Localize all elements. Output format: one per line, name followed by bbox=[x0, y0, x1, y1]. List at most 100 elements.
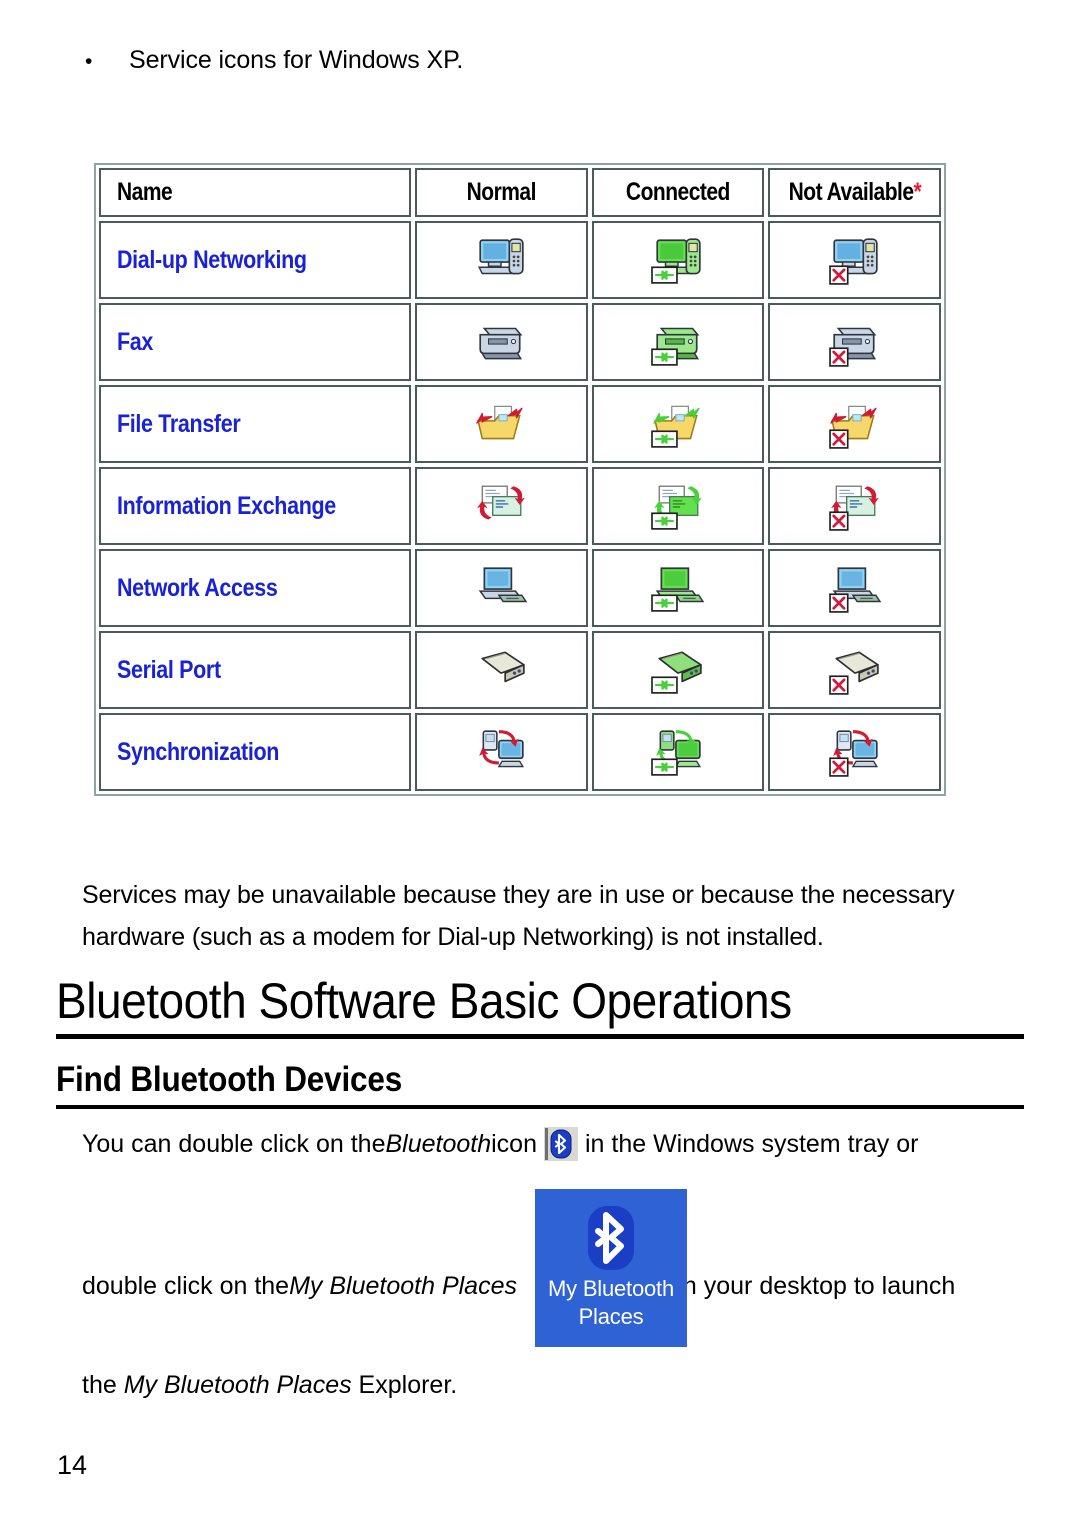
tray-instruction-line: You can double click on the Bluetooth ic… bbox=[82, 1127, 1012, 1161]
folder-transfer-icon-normal bbox=[473, 398, 529, 450]
service-icon-cell-connected bbox=[591, 549, 765, 627]
table-body: Dial-up Networking Fax File Transfer Inform… bbox=[99, 221, 942, 791]
service-icon-cell-normal bbox=[415, 467, 588, 545]
service-name-cell: Dial-up Networking bbox=[99, 221, 411, 299]
connected-badge-icon bbox=[651, 758, 678, 776]
subsection-heading-block: Find Bluetooth Devices bbox=[56, 1058, 1024, 1109]
table-header-row: Name Normal Connected Not Available* bbox=[99, 168, 942, 217]
header-cell-normal: Normal bbox=[415, 168, 588, 217]
service-icon-cell-not-available bbox=[768, 467, 942, 545]
header-cell-not-available: Not Available* bbox=[768, 168, 942, 217]
section-heading-block: Bluetooth Software Basic Operations bbox=[56, 972, 1024, 1039]
document-page: • Service icons for Windows XP. Name Nor… bbox=[0, 0, 1080, 1529]
folder-transfer-icon-connected bbox=[650, 398, 706, 450]
service-icon-cell-normal bbox=[415, 631, 588, 709]
service-name-cell: File Transfer bbox=[99, 385, 411, 463]
fax-machine-icon-connected bbox=[650, 316, 706, 368]
service-icon-cell-connected bbox=[591, 631, 765, 709]
header-label-name: Name bbox=[117, 178, 173, 206]
fax-machine-icon-not-available bbox=[827, 316, 883, 368]
footnote-asterisk: * bbox=[913, 178, 921, 206]
service-icon-cell-normal bbox=[415, 303, 588, 381]
business-cards-icon-connected bbox=[650, 480, 706, 532]
not-available-badge-icon bbox=[828, 429, 849, 449]
bluetooth-logo-icon bbox=[585, 1203, 637, 1278]
service-icon-cell-not-available bbox=[768, 303, 942, 381]
computer-phone-icon-not-available bbox=[827, 234, 883, 286]
sync-devices-icon-normal bbox=[473, 726, 529, 778]
service-icon-cell-not-available bbox=[768, 549, 942, 627]
service-icon-cell-connected bbox=[591, 221, 765, 299]
tray-text-part2: icon bbox=[491, 1129, 537, 1158]
bullet-marker-icon: • bbox=[85, 50, 93, 73]
not-available-badge-icon bbox=[828, 593, 849, 613]
tray-text-italic: Bluetooth bbox=[385, 1129, 492, 1158]
not-available-badge-icon bbox=[828, 347, 849, 367]
service-name-cell: Fax bbox=[99, 303, 411, 381]
sync-devices-icon-connected bbox=[650, 726, 706, 778]
table-row: Fax bbox=[99, 303, 942, 381]
tray-divider-icon bbox=[544, 1128, 548, 1160]
service-icon-cell-connected bbox=[591, 303, 765, 381]
computer-phone-icon-connected bbox=[650, 234, 706, 286]
header-label-not-available: Not Available* bbox=[788, 178, 921, 206]
explorer-text-part1: the bbox=[82, 1371, 124, 1399]
connected-badge-icon bbox=[651, 594, 678, 612]
serial-connector-icon-normal bbox=[473, 644, 529, 696]
service-name-label: Dial-up Networking bbox=[117, 245, 307, 274]
places-text-part1: double click on the bbox=[82, 1272, 290, 1300]
connected-badge-icon bbox=[651, 430, 678, 448]
header-cell-connected: Connected bbox=[591, 168, 765, 217]
business-cards-icon-normal bbox=[473, 480, 529, 532]
header-label-normal: Normal bbox=[466, 178, 537, 206]
service-name-cell: Synchronization bbox=[99, 713, 411, 791]
service-icon-cell-normal bbox=[415, 221, 588, 299]
connected-badge-icon bbox=[651, 266, 678, 284]
my-bluetooth-places-desktop-icon[interactable]: My Bluetooth Places bbox=[535, 1189, 687, 1347]
service-name-label: Network Access bbox=[117, 573, 278, 602]
services-note-paragraph: Services may be unavailable because they… bbox=[82, 881, 955, 951]
service-icon-cell-normal bbox=[415, 713, 588, 791]
explorer-text-part2: Explorer. bbox=[351, 1371, 458, 1399]
table-row: Information Exchange bbox=[99, 467, 942, 545]
service-name-cell: Information Exchange bbox=[99, 467, 411, 545]
desktop-icon-label: My Bluetooth Places bbox=[535, 1275, 687, 1331]
subheading-rule bbox=[56, 1105, 1024, 1109]
service-name-label: Fax bbox=[117, 327, 154, 356]
bluetooth-tray-icon[interactable] bbox=[543, 1127, 578, 1161]
service-icon-cell-connected bbox=[591, 713, 765, 791]
tray-text-part3: in the Windows system tray or bbox=[584, 1129, 919, 1158]
sync-devices-icon-not-available bbox=[827, 726, 883, 778]
service-name-label: File Transfer bbox=[117, 409, 241, 438]
table-row: File Transfer bbox=[99, 385, 942, 463]
table-row: Dial-up Networking bbox=[99, 221, 942, 299]
service-name-cell: Network Access bbox=[99, 549, 411, 627]
service-icon-cell-normal bbox=[415, 549, 588, 627]
explorer-text-italic: My Bluetooth Places bbox=[123, 1371, 352, 1399]
service-icons-table: Name Normal Connected Not Available* Dia… bbox=[94, 163, 946, 796]
laptop-network-icon-connected bbox=[650, 562, 706, 614]
intro-bullet-text: Service icons for Windows XP. bbox=[129, 46, 464, 74]
service-name-cell: Serial Port bbox=[99, 631, 411, 709]
not-available-badge-icon bbox=[828, 511, 849, 531]
header-label-connected: Connected bbox=[626, 178, 730, 206]
table-row: Network Access bbox=[99, 549, 942, 627]
service-icon-cell-normal bbox=[415, 385, 588, 463]
desktop-icon-label-line1: My Bluetooth bbox=[547, 1276, 674, 1301]
laptop-network-icon-normal bbox=[473, 562, 529, 614]
serial-connector-icon-connected bbox=[650, 644, 706, 696]
table-row: Serial Port bbox=[99, 631, 942, 709]
fax-machine-icon-normal bbox=[473, 316, 529, 368]
subsection-title: Find Bluetooth Devices bbox=[56, 1060, 403, 1099]
service-icon-cell-not-available bbox=[768, 221, 942, 299]
computer-phone-icon-normal bbox=[473, 234, 529, 286]
folder-transfer-icon-not-available bbox=[827, 398, 883, 450]
service-icon-cell-not-available bbox=[768, 631, 942, 709]
service-icon-cell-not-available bbox=[768, 713, 942, 791]
table-row: Synchronization bbox=[99, 713, 942, 791]
heading-rule bbox=[56, 1034, 1024, 1039]
connected-badge-icon bbox=[651, 348, 678, 366]
intro-bullet-line: • Service icons for Windows XP. bbox=[85, 46, 985, 75]
not-available-badge-icon bbox=[828, 757, 849, 777]
page-title: Bluetooth Software Basic Operations bbox=[56, 973, 792, 1029]
